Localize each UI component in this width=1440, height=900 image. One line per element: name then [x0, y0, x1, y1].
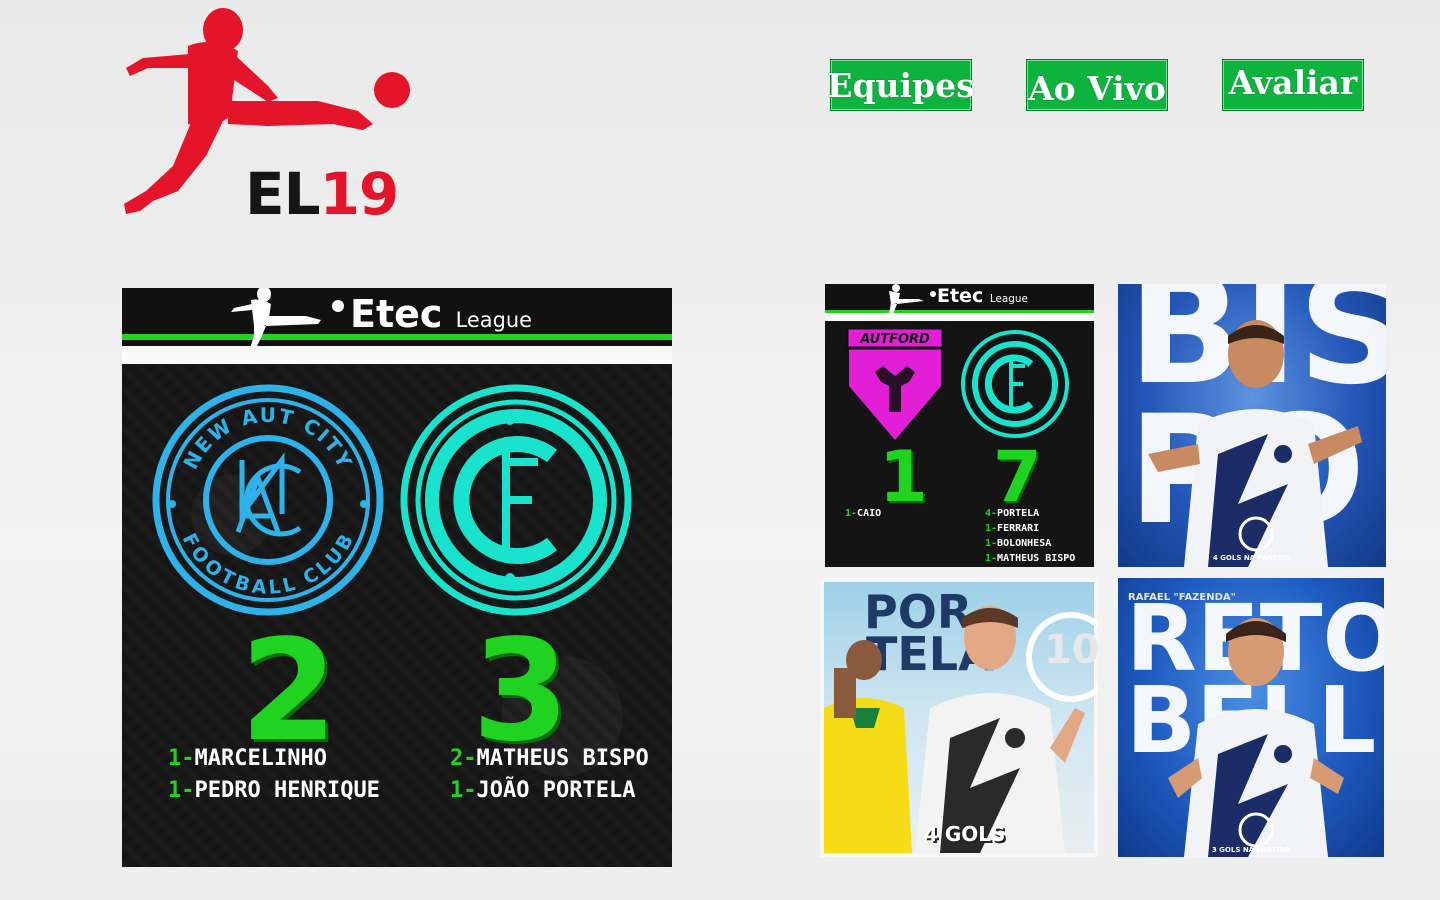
banner-title: Etec League — [350, 292, 532, 336]
player-photo — [1168, 618, 1344, 857]
scorer-count: 1- — [168, 746, 195, 771]
scorer-count: 1- — [985, 553, 998, 564]
logo-text: EL19 — [245, 160, 400, 228]
scorer-name: CAIO — [857, 508, 882, 519]
scorer-name: MATHEUS BISPO — [476, 746, 649, 771]
home-scorer-row: 1-MARCELINHO — [168, 746, 327, 771]
nav-button-ao-vivo[interactable]: Ao Vivo — [1026, 59, 1168, 111]
scorer-count: 1- — [845, 508, 858, 519]
thumb-banner-title-league: League — [989, 293, 1028, 305]
autford-crest: AUTFORD — [845, 326, 945, 440]
away-scorer-row: 1-JOÃO PORTELA — [450, 778, 635, 803]
logo-text-el: EL — [245, 160, 321, 228]
thumb-player-bispo[interactable]: BIS PO 4 GOLS NA PARTIDA — [1118, 284, 1386, 567]
scorer-name: PEDRO HENRIQUE — [194, 778, 380, 803]
scorer-count: 1- — [985, 523, 998, 534]
thumb-away-scorer-row: 1-FERRARI — [985, 523, 1039, 534]
scorer-count: 4- — [985, 508, 998, 519]
thumb-banner-title: Etec League — [937, 285, 1028, 307]
thumb-player-rafael[interactable]: RAFAEL "FAZENDA" RETO BELLI 3 GOLS NA PA… — [1118, 578, 1384, 857]
scorer-count: 1- — [985, 538, 998, 549]
thumb-caption: 4 GOLS — [924, 822, 1006, 846]
player-photo — [915, 606, 1085, 853]
nav-button-avaliar[interactable]: Avaliar — [1222, 59, 1364, 111]
scorer-name: BOLONHESA — [997, 538, 1052, 549]
thumb-away-scorer-row: 1-BOLONHESA — [985, 538, 1051, 549]
banner-stripe-white — [122, 346, 672, 364]
banner-title-etec: Etec — [350, 292, 443, 336]
thumb-player-portela[interactable]: POR TELA 10 4 GOLS — [820, 578, 1098, 857]
scorer-name: PORTELA — [997, 508, 1040, 519]
thumb-home-score: 1 — [879, 436, 928, 518]
league-player-icon — [231, 288, 344, 348]
thumb-banner-title-etec: Etec — [937, 285, 984, 307]
main-match-card[interactable]: Etec League NEW AUT CITY FOOTBALL CLUB 2… — [122, 288, 672, 867]
thumb-banner-stripe-white — [825, 313, 1094, 321]
home-team-crest: NEW AUT CITY FOOTBALL CLUB — [152, 384, 384, 616]
scorer-name: FERRARI — [997, 523, 1040, 534]
scorer-count: 1- — [168, 778, 195, 803]
thumb-away-scorer-row: 1-MATHEUS BISPO — [985, 553, 1075, 564]
scorer-count: 2- — [450, 746, 477, 771]
scorer-count: 1- — [450, 778, 477, 803]
thumb-home-scorer-row: 1-CAIO — [845, 508, 881, 519]
scorer-name: MATHEUS BISPO — [997, 553, 1076, 564]
thumb-caption: 3 GOLS NA PARTIDA — [1211, 846, 1291, 854]
away-team-crest-small — [961, 330, 1069, 438]
scorer-name: JOÃO PORTELA — [476, 778, 636, 803]
autford-label: AUTFORD — [859, 332, 930, 347]
nav-button-equipes[interactable]: Equipes — [827, 59, 975, 111]
away-scorer-row: 2-MATHEUS BISPO — [450, 746, 649, 771]
thumb-away-scorer-row: 4-PORTELA — [985, 508, 1039, 519]
scorer-name: MARCELINHO — [194, 746, 327, 771]
logo-text-19: 19 — [319, 160, 400, 228]
banner-title-league: League — [455, 308, 532, 332]
thumb-match-card[interactable]: Etec League AUTFORD 1 7 1-CAIO 4-PORTELA… — [825, 284, 1094, 567]
thumb-away-score: 7 — [993, 436, 1042, 518]
home-scorer-row: 1-PEDRO HENRIQUE — [168, 778, 380, 803]
away-team-crest — [400, 384, 632, 616]
player-photo — [1148, 320, 1362, 567]
league-player-icon — [889, 284, 936, 314]
thumb-caption: 4 GOLS NA PARTIDA — [1212, 554, 1292, 562]
